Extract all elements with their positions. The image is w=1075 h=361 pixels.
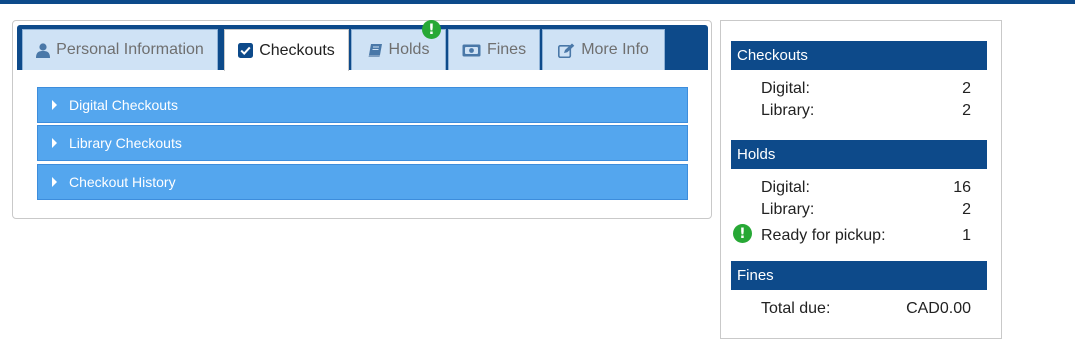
tab-holds[interactable]: Holds ! xyxy=(351,20,446,70)
tab-strip: Personal Information Checkouts Holds ! F… xyxy=(17,20,708,71)
holds-ready-row: Ready for pickup: 1 xyxy=(761,225,971,247)
tab-label: Personal Information xyxy=(56,41,204,58)
checkouts-library-row: Library: 2 xyxy=(761,100,971,122)
checkbox-icon xyxy=(238,43,254,58)
accordion-label: Digital Checkouts xyxy=(69,97,178,113)
accordion-checkout-history[interactable]: Checkout History xyxy=(37,164,688,200)
fines-summary-header: Fines xyxy=(731,261,987,290)
row-value: 1 xyxy=(962,227,971,244)
book-icon xyxy=(368,43,383,58)
row-label: Total due: xyxy=(761,300,831,317)
row-value: 2 xyxy=(962,102,971,119)
tab-label: More Info xyxy=(581,41,649,58)
checkouts-summary-header: Checkouts xyxy=(731,41,987,70)
row-label: Library: xyxy=(761,201,815,218)
exclamation-icon: ! xyxy=(422,20,441,39)
tab-checkouts[interactable]: Checkouts xyxy=(224,29,349,71)
accordion-label: Checkout History xyxy=(69,174,176,190)
caret-right-icon xyxy=(52,138,57,148)
account-panel: Personal Information Checkouts Holds ! F… xyxy=(12,20,712,219)
top-accent-bar xyxy=(0,0,1075,4)
row-label: Library: xyxy=(761,102,815,119)
checkouts-digital-row: Digital: 2 xyxy=(761,78,971,100)
account-summary: Checkouts Digital: 2 Library: 2 Holds Di… xyxy=(720,20,1002,339)
exclamation-icon: ! xyxy=(733,224,752,243)
accordion-label: Library Checkouts xyxy=(69,135,182,151)
row-value: 2 xyxy=(962,80,971,97)
row-value: CAD0.00 xyxy=(906,300,971,317)
tab-fines[interactable]: Fines xyxy=(448,29,540,70)
row-label: Digital: xyxy=(761,179,810,196)
tab-label: Fines xyxy=(486,41,527,58)
tab-label: Holds xyxy=(388,41,430,58)
row-label: Digital: xyxy=(761,80,810,97)
tab-label: Checkouts xyxy=(259,41,335,59)
row-value: 16 xyxy=(953,179,971,196)
user-icon xyxy=(36,42,51,58)
accordion-digital-checkouts[interactable]: Digital Checkouts xyxy=(37,87,688,123)
fines-total-row: Total due: CAD0.00 xyxy=(761,298,971,320)
tab-personal-information[interactable]: Personal Information xyxy=(22,29,218,70)
holds-library-row: Library: 2 xyxy=(761,199,971,221)
accordion-library-checkouts[interactable]: Library Checkouts xyxy=(37,125,688,161)
caret-right-icon xyxy=(52,100,57,110)
holds-summary-header: Holds xyxy=(731,140,987,169)
edit-icon xyxy=(558,43,575,58)
tab-more-info[interactable]: More Info xyxy=(542,29,665,70)
money-icon xyxy=(462,44,481,57)
row-value: 2 xyxy=(962,201,971,218)
row-label: Ready for pickup: xyxy=(761,227,886,244)
holds-digital-row: Digital: 16 xyxy=(761,177,971,199)
caret-right-icon xyxy=(52,177,57,187)
